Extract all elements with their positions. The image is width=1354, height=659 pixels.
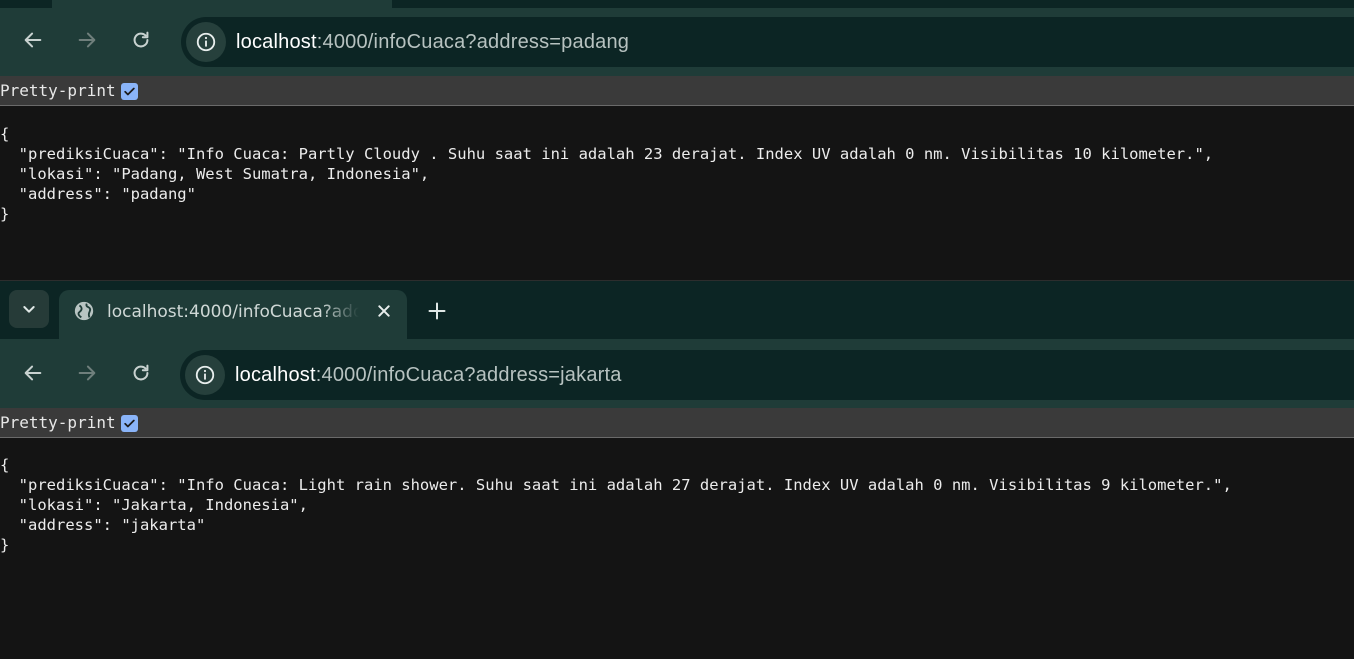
json-response: { "prediksiCuaca": "Info Cuaca: Light ra… xyxy=(0,455,1232,555)
browser-toolbar: localhost:4000/infoCuaca?address=padang xyxy=(0,8,1354,76)
reload-icon xyxy=(133,364,149,381)
tab-strip: localhost:4000/infoCuaca?address=jakarta xyxy=(0,280,1354,340)
json-response: { "prediksiCuaca": "Info Cuaca: Partly C… xyxy=(0,124,1213,224)
arrow-left-icon xyxy=(24,32,42,48)
json-line-prediksi: "prediksiCuaca": "Info Cuaca: Light rain… xyxy=(0,476,1232,494)
info-circle-icon xyxy=(196,32,216,52)
back-button[interactable] xyxy=(18,358,48,388)
json-line-address: "address": "padang" xyxy=(0,185,196,203)
json-close-brace: } xyxy=(0,536,10,554)
checkmark-icon xyxy=(124,419,135,428)
url-path: :4000/infoCuaca?address=jakarta xyxy=(315,364,622,386)
site-info-button[interactable] xyxy=(186,22,226,62)
plus-icon xyxy=(428,302,446,320)
tab-search-button[interactable] xyxy=(9,290,49,328)
arrow-right-icon xyxy=(78,365,96,381)
address-bar[interactable]: localhost:4000/infoCuaca?address=padang xyxy=(181,17,1354,67)
json-line-lokasi: "lokasi": "Padang, West Sumatra, Indones… xyxy=(0,165,430,183)
browser-window-padang: localhost:4000/infoCuaca?address=padang … xyxy=(0,0,1354,280)
json-line-address: "address": "jakarta" xyxy=(0,516,206,534)
active-tab[interactable]: localhost:4000/infoCuaca?address=jakarta xyxy=(59,290,407,340)
url-text[interactable]: localhost:4000/infoCuaca?address=padang xyxy=(236,29,629,55)
url-host: localhost xyxy=(235,364,316,386)
checkmark-icon xyxy=(124,87,135,96)
reload-button[interactable] xyxy=(126,358,156,388)
json-close-brace: } xyxy=(0,205,10,223)
close-icon xyxy=(378,305,390,317)
forward-button[interactable] xyxy=(72,25,102,55)
url-host: localhost xyxy=(236,31,317,53)
address-bar[interactable]: localhost:4000/infoCuaca?address=jakarta xyxy=(180,350,1354,400)
site-info-button[interactable] xyxy=(185,355,225,395)
forward-button[interactable] xyxy=(72,358,102,388)
pretty-print-bar: Pretty-print xyxy=(0,408,1354,438)
globe-icon xyxy=(74,301,94,321)
arrow-left-icon xyxy=(24,365,42,381)
active-tab[interactable] xyxy=(52,0,392,8)
tab-title: localhost:4000/infoCuaca?address=jakarta xyxy=(107,302,359,322)
json-open-brace: { xyxy=(0,125,10,143)
arrow-right-icon xyxy=(78,32,96,48)
url-path: :4000/infoCuaca?address=padang xyxy=(316,31,630,53)
browser-toolbar: localhost:4000/infoCuaca?address=jakarta xyxy=(0,339,1354,408)
json-line-lokasi: "lokasi": "Jakarta, Indonesia", xyxy=(0,496,308,514)
pretty-print-checkbox[interactable] xyxy=(121,83,138,100)
json-open-brace: { xyxy=(0,456,10,474)
pretty-print-bar: Pretty-print xyxy=(0,76,1354,106)
browser-window-jakarta: localhost:4000/infoCuaca?address=jakarta… xyxy=(0,280,1354,659)
pretty-print-label: Pretty-print xyxy=(0,413,116,432)
reload-button[interactable] xyxy=(126,25,156,55)
url-text[interactable]: localhost:4000/infoCuaca?address=jakarta xyxy=(235,362,622,388)
pretty-print-checkbox[interactable] xyxy=(121,415,138,432)
tab-close-button[interactable] xyxy=(372,299,396,323)
new-tab-button[interactable] xyxy=(424,298,450,324)
reload-icon xyxy=(133,31,149,48)
pretty-print-label: Pretty-print xyxy=(0,81,116,100)
tab-strip xyxy=(0,0,1354,8)
json-line-prediksi: "prediksiCuaca": "Info Cuaca: Partly Clo… xyxy=(0,145,1214,163)
info-circle-icon xyxy=(195,365,215,385)
back-button[interactable] xyxy=(18,25,48,55)
chevron-down-icon xyxy=(23,306,35,313)
